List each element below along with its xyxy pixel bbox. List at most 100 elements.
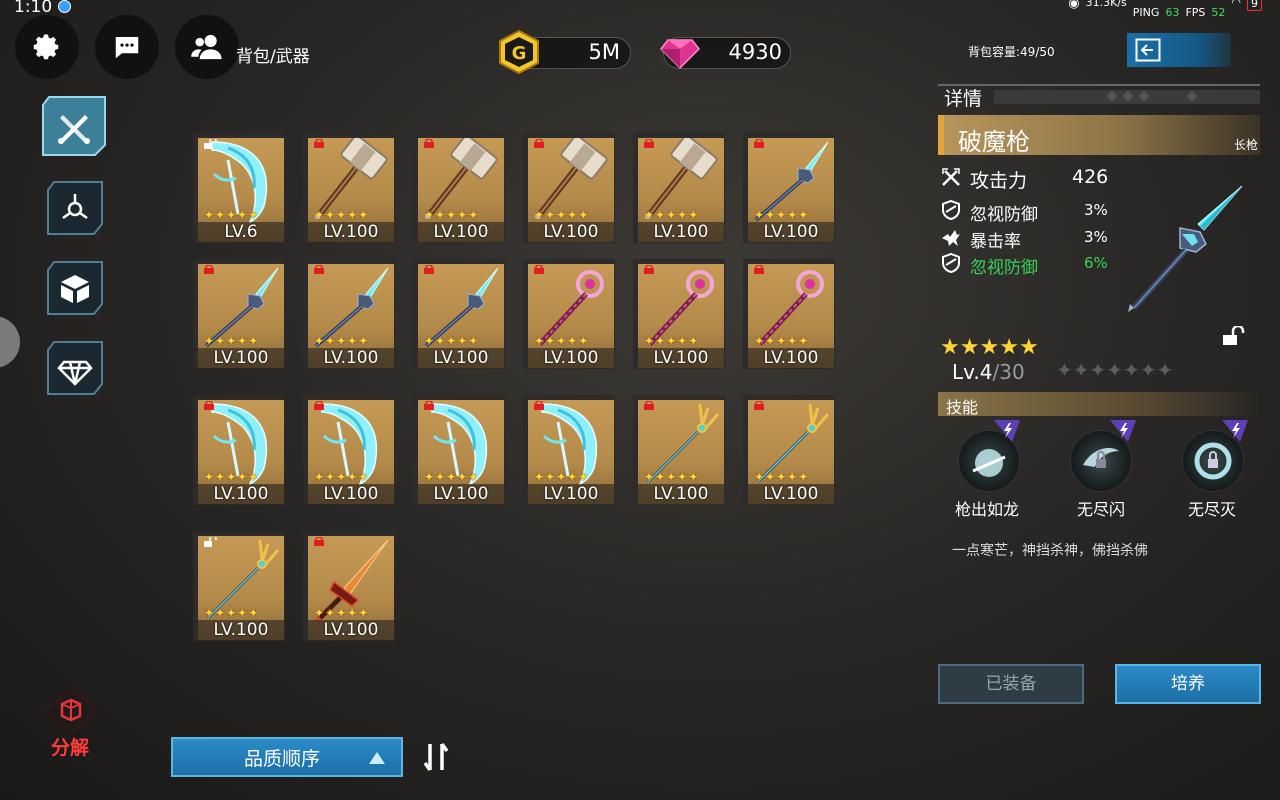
gear-icon (33, 34, 59, 60)
weapon-slot-card: ✦✦✦✦✦ LV.100 (528, 264, 614, 368)
ignore-defense-bonus-icon (942, 252, 960, 274)
weapon-stars: ✦✦✦✦✦ (534, 470, 590, 484)
weapon-stars: ✦✦✦✦✦ (424, 334, 480, 348)
gold-amount: 5M (588, 40, 620, 64)
nav-weapons-tab[interactable] (41, 95, 107, 157)
lock-icon (314, 265, 324, 274)
weapon-slot-card: ✦✦✦✦✦ LV.100 (528, 138, 614, 242)
weapon-stars: ✦✦✦✦✦ (204, 208, 260, 222)
weapon-stars: ✦✦✦✦✦ (204, 470, 260, 484)
star-empty-icon: ✦ (1123, 358, 1140, 382)
weapon-slot[interactable]: ✦✦✦✦✦ LV.100 (413, 133, 505, 243)
eye-icon: ◉ (1068, 0, 1080, 11)
weapon-stars: ✦✦✦✦✦ (314, 208, 370, 222)
detail-header-bar (938, 84, 1260, 104)
weapon-stars: ✦✦✦✦✦ (424, 470, 480, 484)
skill-1-lightning-icon (994, 420, 1020, 442)
floating-assistant[interactable] (0, 316, 20, 368)
settings-button[interactable] (15, 15, 79, 79)
weapon-slot-card: ✦✦✦✦✦ LV.6 (198, 138, 284, 242)
weapon-level-label: LV.100 (198, 484, 284, 504)
gold-coin-icon: G (499, 29, 539, 75)
chat-icon (115, 37, 139, 59)
weapon-stars: ✦✦✦✦✦ (644, 470, 700, 484)
ignore-defense-icon (942, 199, 960, 221)
weapon-slot[interactable]: ✦✦✦✦✦ LV.100 (303, 395, 395, 505)
weapon-slot[interactable]: ✦✦✦✦✦ LV.100 (303, 259, 395, 369)
decompose-button-label[interactable]: 分解 (51, 733, 89, 760)
lock-icon (204, 265, 214, 274)
stat-value-ignore-defense-bonus: 6% (1084, 254, 1108, 272)
weapon-slot[interactable]: ✦✦✦✦✦ LV.100 (303, 531, 395, 641)
weapon-slot[interactable]: ✦✦✦✦✦ LV.100 (743, 259, 835, 369)
empty-stars: ✦✦✦✦✦✦✦ (1056, 358, 1173, 382)
equipped-button[interactable]: 已装备 (938, 664, 1084, 704)
weapon-slot[interactable]: ✦✦✦✦✦ LV.100 (523, 133, 615, 243)
weapon-slot[interactable]: ✦✦✦✦✦ LV.100 (413, 395, 505, 505)
unlock-icon (204, 537, 217, 547)
weapon-slot[interactable]: ✦✦✦✦✦ LV.100 (523, 259, 615, 369)
stat-value-attack: 426 (1072, 166, 1109, 188)
weapon-stars: ✦✦✦✦✦ (314, 470, 370, 484)
weapon-slot[interactable]: ✦✦✦✦✦ LV.100 (193, 259, 285, 369)
crit-icon (942, 230, 960, 246)
unlock-icon[interactable] (1222, 326, 1246, 346)
weapon-stars: ✦✦✦✦✦ (314, 606, 370, 620)
weapon-slot-card: ✦✦✦✦✦ LV.100 (638, 400, 724, 504)
star-empty-icon: ✦ (1072, 358, 1090, 382)
train-button[interactable]: 培养 (1115, 664, 1261, 704)
stat-value-ignore-defense: 3% (1084, 201, 1108, 219)
weapon-slot[interactable]: ✦✦✦✦✦ LV.100 (633, 259, 725, 369)
friends-button[interactable] (175, 15, 239, 79)
nav-armor-tab[interactable] (46, 180, 104, 236)
svg-text:G: G (512, 43, 527, 64)
weapon-slot[interactable]: ✦✦✦✦✦ LV.100 (303, 133, 395, 243)
weapon-slot[interactable]: ✦✦✦✦✦ LV.100 (193, 395, 285, 505)
skill-3-name: 无尽灭 (1187, 500, 1236, 519)
weapon-slot[interactable]: ✦✦✦✦✦ LV.100 (743, 133, 835, 243)
weapon-stars: ✦✦✦✦✦ (204, 606, 260, 620)
page-title: 背包/武器 (236, 47, 310, 67)
weapon-slot[interactable]: ✦✦✦✦✦ LV.100 (193, 531, 285, 641)
gem-icon (660, 39, 700, 70)
lock-icon (754, 265, 764, 274)
back-button[interactable] (1127, 33, 1231, 67)
status-right: ◉ 31.3K/s PING 63 FPS 52 ◠ 9 (1068, 0, 1262, 19)
weapon-level-label: LV.6 (198, 222, 284, 242)
weapon-slot-card: ✦✦✦✦✦ LV.100 (308, 138, 394, 242)
weapon-slot-card: ✦✦✦✦✦ LV.100 (638, 138, 724, 242)
weapon-slot[interactable]: ✦✦✦✦✦ LV.100 (743, 395, 835, 505)
weapon-name: 破魔枪 (958, 128, 1030, 156)
stat-value-crit: 3% (1084, 228, 1108, 246)
weapon-level: Lv.4/30 (952, 360, 1025, 384)
weapon-stars: ✦✦✦✦✦ (424, 208, 480, 222)
weapon-slot-card: ✦✦✦✦✦ LV.100 (748, 138, 834, 242)
lock-icon (424, 139, 434, 148)
star-filled-icon: ★ (999, 335, 1019, 360)
weapon-level-label: LV.100 (748, 222, 834, 242)
weapon-level-label: LV.100 (308, 620, 394, 640)
weapon-level-label: LV.100 (308, 348, 394, 368)
weapon-slot[interactable]: ✦✦✦✦✦ LV.100 (523, 395, 615, 505)
battery-icon: 9 (1247, 0, 1262, 11)
decompose-icon[interactable] (44, 686, 98, 736)
weapon-stars: ✦✦✦✦✦ (534, 208, 590, 222)
weapon-slot-card: ✦✦✦✦✦ LV.100 (748, 400, 834, 504)
weapon-slot-card: ✦✦✦✦✦ LV.100 (198, 536, 284, 640)
weapon-slot-card: ✦✦✦✦✦ LV.100 (308, 536, 394, 640)
sort-order-toggle-icon[interactable] (422, 740, 450, 774)
nav-items-tab[interactable] (46, 260, 104, 316)
weapon-slot[interactable]: ✦✦✦✦✦ LV.6 (193, 133, 285, 243)
lock-icon (644, 139, 654, 148)
weapon-slot[interactable]: ✦✦✦✦✦ LV.100 (413, 259, 505, 369)
lock-icon (314, 401, 324, 410)
chat-button[interactable] (95, 15, 159, 79)
star-filled-icon: ★ (959, 335, 980, 360)
nav-gems-tab[interactable] (46, 340, 104, 396)
triangle-up-icon (369, 752, 385, 764)
weapon-stars: ✦✦✦✦✦ (534, 334, 590, 348)
fps-value: 52 (1211, 6, 1226, 19)
weapon-slot[interactable]: ✦✦✦✦✦ LV.100 (633, 395, 725, 505)
weapon-slot[interactable]: ✦✦✦✦✦ LV.100 (633, 133, 725, 243)
lock-icon (534, 265, 544, 274)
